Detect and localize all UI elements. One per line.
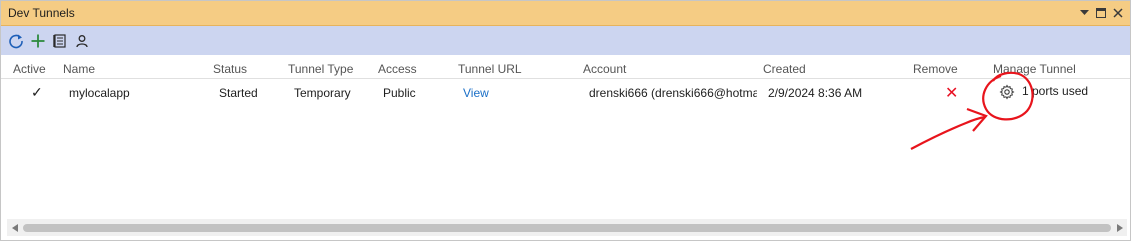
manage-tunnel-button[interactable]: [999, 84, 1015, 103]
active-checkmark: ✓: [31, 84, 43, 100]
header-manage-tunnel[interactable]: Manage Tunnel: [993, 62, 1076, 76]
header-access[interactable]: Access: [378, 62, 417, 76]
toolbar: [1, 26, 1130, 55]
cell-created: 2/9/2024 8:36 AM: [768, 86, 863, 100]
annotation-arrow-head: [966, 107, 988, 132]
header-active[interactable]: Active: [13, 62, 46, 76]
header-tunnel-type[interactable]: Tunnel Type: [288, 62, 353, 76]
maximize-icon[interactable]: [1095, 7, 1107, 19]
scroll-right-icon[interactable]: [1113, 219, 1127, 236]
header-remove[interactable]: Remove: [913, 62, 958, 76]
header-tunnel-url[interactable]: Tunnel URL: [458, 62, 522, 76]
title-bar: Dev Tunnels: [1, 1, 1130, 26]
cell-tunnel-type: Temporary: [294, 86, 351, 100]
close-icon[interactable]: [1112, 7, 1124, 19]
header-name[interactable]: Name: [63, 62, 95, 76]
remove-button[interactable]: ✕: [945, 83, 958, 103]
dev-tunnels-window: Dev Tunnels Active Name Status Tunnel Ty…: [0, 0, 1131, 241]
table-header: Active Name Status Tunnel Type Access Tu…: [1, 60, 1130, 79]
cell-name: mylocalapp: [69, 86, 130, 100]
scrollbar-thumb[interactable]: [23, 224, 1111, 232]
add-icon: [31, 34, 45, 47]
horizontal-scrollbar[interactable]: [7, 219, 1127, 236]
window-title: Dev Tunnels: [8, 6, 75, 20]
scroll-left-icon[interactable]: [8, 219, 22, 236]
person-icon: [76, 34, 88, 47]
gear-icon: [999, 84, 1015, 100]
account-button[interactable]: [71, 30, 93, 52]
cell-access: Public: [383, 86, 416, 100]
title-controls: [1078, 7, 1124, 19]
header-status[interactable]: Status: [213, 62, 247, 76]
cell-status: Started: [219, 86, 258, 100]
refresh-icon: [9, 34, 23, 48]
refresh-button[interactable]: [5, 30, 27, 52]
ports-used-label: 1 ports used: [1022, 84, 1089, 98]
view-url-link[interactable]: View: [463, 86, 489, 100]
annotation-arrow: [910, 115, 986, 150]
header-account[interactable]: Account: [583, 62, 626, 76]
table-row[interactable]: ✓ mylocalapp Started Temporary Public Vi…: [1, 81, 1130, 103]
cell-account: drenski666 (drenski666@hotmai: [589, 86, 757, 100]
document-icon: [53, 33, 66, 48]
header-created[interactable]: Created: [763, 62, 806, 76]
details-button[interactable]: [49, 30, 71, 52]
add-tunnel-button[interactable]: [27, 30, 49, 52]
dropdown-icon[interactable]: [1078, 7, 1090, 19]
